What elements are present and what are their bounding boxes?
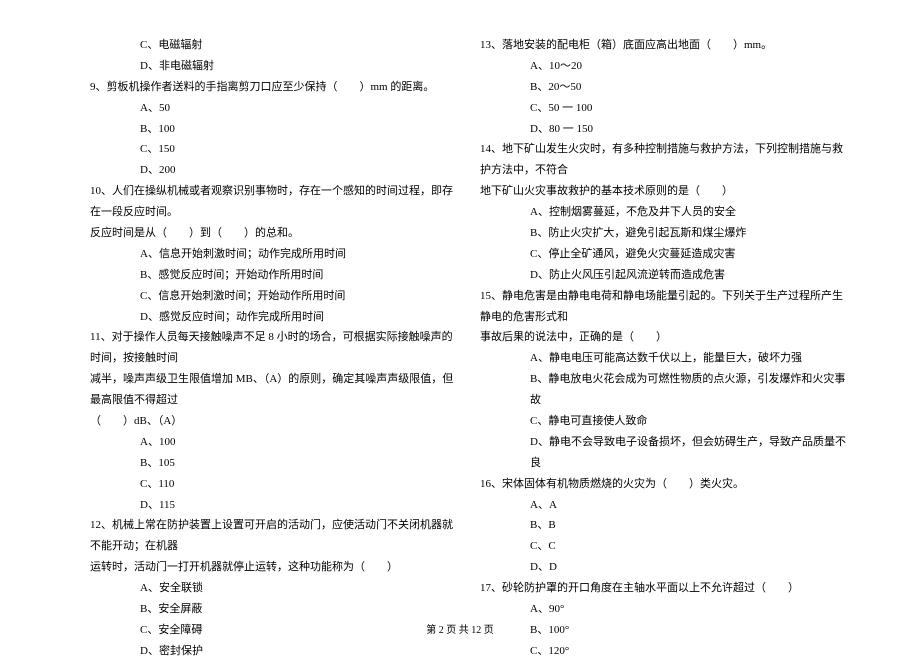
right-column: 13、落地安装的配电柜（箱）底面应高出地面（ ）mm。 A、10～20 B、20… <box>470 35 890 625</box>
q12-option-a: A、安全联锁 <box>90 578 460 599</box>
q15-option-d: D、静电不会导致电子设备损坏，但会妨碍生产，导致产品质量不良 <box>480 432 850 474</box>
q11-option-d: D、115 <box>90 495 460 516</box>
q13-option-a: A、10～20 <box>480 56 850 77</box>
question-17: 17、砂轮防护罩的开口角度在主轴水平面以上不允许超过（ ） <box>480 578 850 599</box>
question-10-line2: 反应时间是从（ ）到（ ）的总和。 <box>90 223 460 244</box>
question-15-line1: 15、静电危害是由静电电荷和静电场能量引起的。下列关于生产过程所产生静电的危害形… <box>480 286 850 328</box>
question-14-line2: 地下矿山火灾事故救护的基本技术原则的是（ ） <box>480 181 850 202</box>
q15-option-b: B、静电放电火花会成为可燃性物质的点火源，引发爆炸和火灾事故 <box>480 369 850 411</box>
q10-option-a: A、信息开始刺激时间；动作完成所用时间 <box>90 244 460 265</box>
left-column: C、电磁辐射 D、非电磁辐射 9、剪板机操作者送料的手指离剪刀口应至少保持（ ）… <box>30 35 470 625</box>
q14-option-a: A、控制烟雾蔓延，不危及井下人员的安全 <box>480 202 850 223</box>
q14-option-d: D、防止火风压引起风流逆转而造成危害 <box>480 265 850 286</box>
q17-option-a: A、90° <box>480 599 850 620</box>
q13-option-b: B、20～50 <box>480 77 850 98</box>
question-16: 16、宋体固体有机物质燃烧的火灾为（ ）类火灾。 <box>480 474 850 495</box>
page-footer: 第 2 页 共 12 页 <box>0 621 920 640</box>
question-12-line2: 运转时，活动门一打开机器就停止运转，这种功能称为（ ） <box>90 557 460 578</box>
question-9: 9、剪板机操作者送料的手指离剪刀口应至少保持（ ）mm 的距离。 <box>90 77 460 98</box>
question-12-line1: 12、机械上常在防护装置上设置可开启的活动门，应使活动门不关闭机器就不能开动；在… <box>90 515 460 557</box>
q14-option-c: C、停止全矿通风，避免火灾蔓延造成灾害 <box>480 244 850 265</box>
q16-option-b: B、B <box>480 515 850 536</box>
question-11-line2: 减半，噪声声级卫生限值增加 MB、（A）的原则，确定其噪声声级限值，但最高限值不… <box>90 369 460 411</box>
q15-option-c: C、静电可直接使人致命 <box>480 411 850 432</box>
q12-option-b: B、安全屏蔽 <box>90 599 460 620</box>
q17-option-c: C、120° <box>480 641 850 662</box>
q15-option-a: A、静电电压可能高达数千伏以上，能量巨大，破坏力强 <box>480 348 850 369</box>
q9-option-d: D、200 <box>90 160 460 181</box>
q13-option-c: C、50 一 100 <box>480 98 850 119</box>
q9-option-c: C、150 <box>90 139 460 160</box>
question-11-line1: 11、对于操作人员每天接触噪声不足 8 小时的场合，可根据实际接触噪声的时间，按… <box>90 327 460 369</box>
question-14-line1: 14、地下矿山发生火灾时，有多种控制措施与救护方法，下列控制措施与救护方法中，不… <box>480 139 850 181</box>
q9-option-a: A、50 <box>90 98 460 119</box>
q11-option-c: C、110 <box>90 474 460 495</box>
q11-option-b: B、105 <box>90 453 460 474</box>
question-11-line3: （ ）dB、（A） <box>90 411 460 432</box>
q8-option-d: D、非电磁辐射 <box>90 56 460 77</box>
q16-option-d: D、D <box>480 557 850 578</box>
q13-option-d: D、80 一 150 <box>480 119 850 140</box>
page-container: C、电磁辐射 D、非电磁辐射 9、剪板机操作者送料的手指离剪刀口应至少保持（ ）… <box>0 0 920 650</box>
q11-option-a: A、100 <box>90 432 460 453</box>
q10-option-b: B、感觉反应时间；开始动作所用时间 <box>90 265 460 286</box>
q9-option-b: B、100 <box>90 119 460 140</box>
q10-option-d: D、感觉反应时间；动作完成所用时间 <box>90 307 460 328</box>
question-13: 13、落地安装的配电柜（箱）底面应高出地面（ ）mm。 <box>480 35 850 56</box>
q16-option-c: C、C <box>480 536 850 557</box>
q12-option-d: D、密封保护 <box>90 641 460 662</box>
q16-option-a: A、A <box>480 495 850 516</box>
question-10-line1: 10、人们在操纵机械或者观察识别事物时，存在一个感知的时间过程，即存在一段反应时… <box>90 181 460 223</box>
q10-option-c: C、信息开始刺激时间；开始动作所用时间 <box>90 286 460 307</box>
q14-option-b: B、防止火灾扩大，避免引起瓦斯和煤尘爆炸 <box>480 223 850 244</box>
question-15-line2: 事故后果的说法中，正确的是（ ） <box>480 327 850 348</box>
q8-option-c: C、电磁辐射 <box>90 35 460 56</box>
